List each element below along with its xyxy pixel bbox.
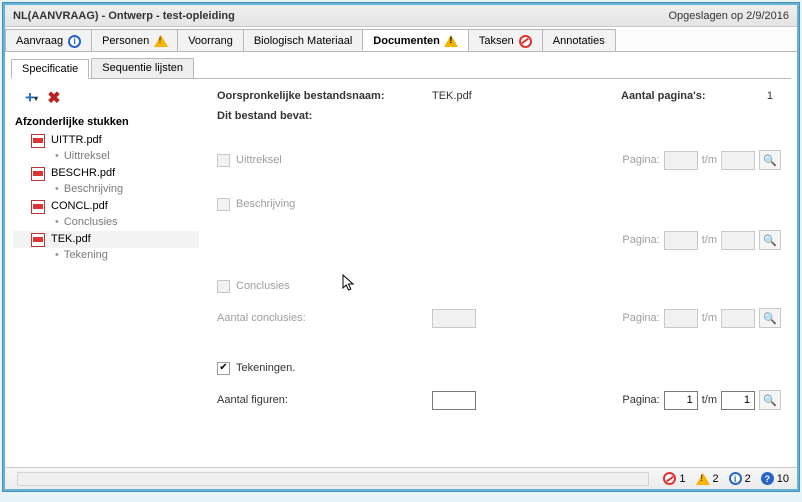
preview-button[interactable]: 🔍 bbox=[759, 390, 781, 410]
page-label: Pagina: bbox=[622, 234, 659, 246]
warning-icon bbox=[154, 35, 167, 48]
delete-button[interactable]: ✖ bbox=[43, 88, 65, 108]
plus-icon: +▾ bbox=[25, 91, 35, 105]
page-to-input bbox=[721, 231, 755, 250]
delete-icon: ✖ bbox=[47, 88, 60, 108]
tree-item[interactable]: TEK.pdf bbox=[13, 231, 199, 248]
status-warnings[interactable]: 2 bbox=[696, 473, 719, 485]
page-from-input bbox=[664, 309, 698, 328]
preview-icon: 🔍 bbox=[759, 150, 781, 170]
tab-personen[interactable]: Personen bbox=[91, 29, 178, 51]
status-info[interactable]: i 2 bbox=[729, 472, 751, 485]
tree-item-kind: Tekening bbox=[13, 248, 199, 264]
pdf-icon bbox=[31, 200, 45, 214]
horizontal-scrollbar[interactable] bbox=[17, 472, 649, 486]
tree-item-kind: Uittreksel bbox=[13, 149, 199, 165]
tab-taksen[interactable]: Taksen bbox=[468, 29, 543, 51]
page-label: Pagina: bbox=[622, 154, 659, 166]
section-label-beschrijving: Beschrijving bbox=[236, 198, 295, 210]
page-label: Pagina: bbox=[622, 394, 659, 406]
page-to-input bbox=[721, 151, 755, 170]
file-tree: UITTR.pdf Uittreksel BESCHR.pdf Beschrij… bbox=[13, 132, 199, 264]
info-icon: i bbox=[729, 472, 742, 485]
warning-icon bbox=[696, 473, 710, 485]
saved-timestamp: Opgeslagen op 2/9/2016 bbox=[669, 10, 790, 22]
help-icon: ? bbox=[761, 472, 774, 485]
section-label-tekeningen: Tekeningen. bbox=[236, 362, 295, 374]
tree-item-kind: Beschrijving bbox=[13, 182, 199, 198]
window-title: NL(AANVRAAG) - Ontwerp - test-opleiding bbox=[13, 10, 669, 22]
pages-label: Aantal pagina's: bbox=[621, 90, 741, 102]
to-label: t/m bbox=[702, 394, 717, 406]
status-errors[interactable]: 1 bbox=[663, 472, 685, 485]
tab-aanvraag[interactable]: Aanvraag i bbox=[5, 29, 92, 51]
page-to-input bbox=[721, 309, 755, 328]
contains-label: Dit bestand bevat: bbox=[217, 110, 312, 122]
add-button[interactable]: +▾ bbox=[19, 88, 41, 108]
tree-item-label: BESCHR.pdf bbox=[51, 166, 115, 181]
checkbox-conclusies bbox=[217, 280, 230, 293]
tree-item-label: CONCL.pdf bbox=[51, 199, 108, 214]
sidebar: +▾ ✖ Afzonderlijke stukken UITTR.pdf Uit… bbox=[13, 86, 199, 460]
status-bar: 1 2 i 2 ? 10 bbox=[5, 467, 797, 489]
figuren-count-input[interactable] bbox=[432, 391, 476, 410]
pdf-icon bbox=[31, 233, 45, 247]
tab-documenten[interactable]: Documenten bbox=[362, 29, 469, 51]
conclusies-count-input bbox=[432, 309, 476, 328]
main-tab-strip: Aanvraag i Personen Voorrang Biologisch … bbox=[5, 27, 797, 52]
preview-icon: 🔍 bbox=[759, 308, 781, 328]
section-label-conclusies: Conclusies bbox=[236, 280, 290, 292]
checkbox-uittreksel bbox=[217, 154, 230, 167]
orig-filename-label: Oorspronkelijke bestandsnaam: bbox=[217, 90, 432, 102]
conclusies-count-label: Aantal conclusies: bbox=[217, 312, 432, 324]
page-from-input[interactable] bbox=[664, 391, 698, 410]
page-label: Pagina: bbox=[622, 312, 659, 324]
sub-tab-strip: Specificatie Sequentie lijsten bbox=[5, 52, 797, 78]
checkbox-tekeningen[interactable] bbox=[217, 362, 230, 375]
sidebar-title: Afzonderlijke stukken bbox=[13, 114, 199, 132]
to-label: t/m bbox=[702, 312, 717, 324]
subtab-specificatie[interactable]: Specificatie bbox=[11, 59, 89, 79]
tree-item[interactable]: BESCHR.pdf bbox=[13, 165, 199, 182]
to-label: t/m bbox=[702, 234, 717, 246]
status-help[interactable]: ? 10 bbox=[761, 472, 789, 485]
checkbox-beschrijving bbox=[217, 198, 230, 211]
section-label-uittreksel: Uittreksel bbox=[236, 154, 282, 166]
tree-item-kind: Conclusies bbox=[13, 215, 199, 231]
pages-value: 1 bbox=[741, 90, 785, 102]
stop-icon bbox=[663, 472, 676, 485]
figuren-count-label: Aantal figuren: bbox=[217, 394, 432, 406]
pdf-icon bbox=[31, 134, 45, 148]
window-titlebar: NL(AANVRAAG) - Ontwerp - test-opleiding … bbox=[5, 5, 797, 27]
page-from-input bbox=[664, 151, 698, 170]
tab-annotaties[interactable]: Annotaties bbox=[542, 29, 616, 51]
stop-icon bbox=[519, 35, 532, 48]
info-icon: i bbox=[68, 35, 81, 48]
subtab-sequentie-lijsten[interactable]: Sequentie lijsten bbox=[91, 58, 194, 78]
warning-icon bbox=[445, 34, 458, 47]
detail-panel: Oorspronkelijke bestandsnaam: TEK.pdf Aa… bbox=[199, 86, 789, 460]
orig-filename-value: TEK.pdf bbox=[432, 90, 472, 102]
tab-voorrang[interactable]: Voorrang bbox=[177, 29, 244, 51]
tree-item-label: TEK.pdf bbox=[51, 232, 91, 247]
tree-item[interactable]: UITTR.pdf bbox=[13, 132, 199, 149]
tab-biologisch-materiaal[interactable]: Biologisch Materiaal bbox=[243, 29, 363, 51]
tree-item[interactable]: CONCL.pdf bbox=[13, 198, 199, 215]
page-from-input bbox=[664, 231, 698, 250]
tree-item-label: UITTR.pdf bbox=[51, 133, 102, 148]
to-label: t/m bbox=[702, 154, 717, 166]
pdf-icon bbox=[31, 167, 45, 181]
preview-icon: 🔍 bbox=[759, 230, 781, 250]
page-to-input[interactable] bbox=[721, 391, 755, 410]
